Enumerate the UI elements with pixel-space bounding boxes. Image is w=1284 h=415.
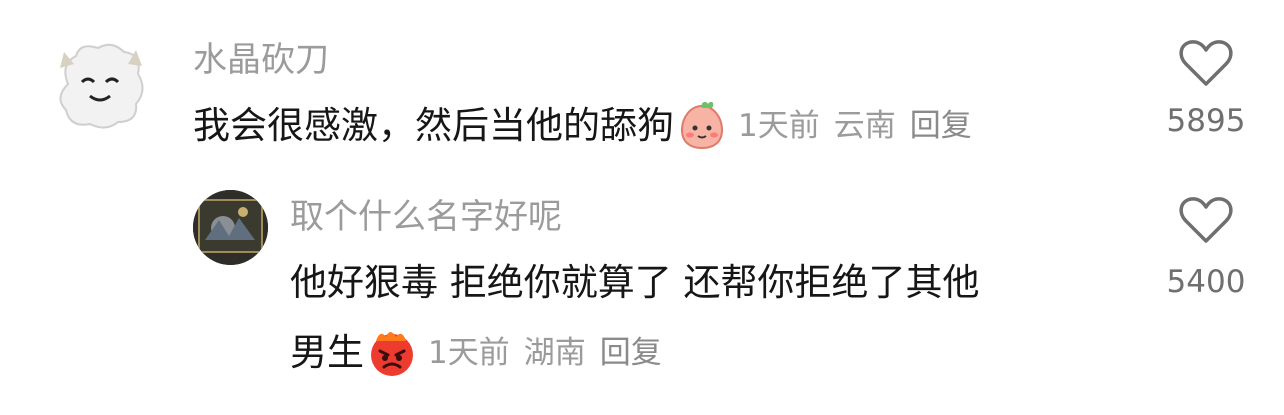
like-count: 5895: [1166, 103, 1246, 139]
heart-outline-icon[interactable]: [1178, 195, 1234, 245]
reply-button[interactable]: 回复: [600, 335, 662, 371]
heart-outline-icon[interactable]: [1178, 38, 1234, 88]
avatar[interactable]: [193, 190, 268, 265]
comment-text: 我会很感激，然后当他的舔狗 1天前 云南 回复: [193, 100, 986, 152]
comment-time: 1天前: [738, 108, 820, 144]
comment-text-line: 男生 1天前 湖南 回复: [290, 327, 676, 379]
comment-meta: 1天前 云南 回复: [738, 103, 986, 149]
comment-meta: 1天前 湖南 回复: [428, 330, 676, 376]
comment-username[interactable]: 取个什么名字好呢: [290, 197, 562, 237]
comment-location: 湖南: [523, 335, 586, 371]
comment-body: 他好狠毒 拒绝你就算了 还帮你拒绝了其他: [290, 261, 980, 304]
comment-username[interactable]: 水晶砍刀: [193, 40, 329, 80]
comment-text-line: 他好狠毒 拒绝你就算了 还帮你拒绝了其他: [290, 260, 980, 306]
comment-body: 我会很感激，然后当他的舔狗: [193, 104, 674, 147]
like-count: 5400: [1166, 264, 1246, 300]
avatar[interactable]: [50, 34, 150, 134]
fluffy-creature-avatar-icon: [50, 34, 150, 134]
game-art-avatar-icon: [193, 190, 268, 265]
comment-location: 云南: [833, 108, 896, 144]
angry-face-emoji-icon: [371, 332, 413, 376]
comment-time: 1天前: [428, 335, 510, 371]
blushing-peach-emoji-icon: [680, 101, 724, 150]
reply-button[interactable]: 回复: [910, 108, 972, 144]
comment-body-continued: 男生: [290, 331, 364, 374]
